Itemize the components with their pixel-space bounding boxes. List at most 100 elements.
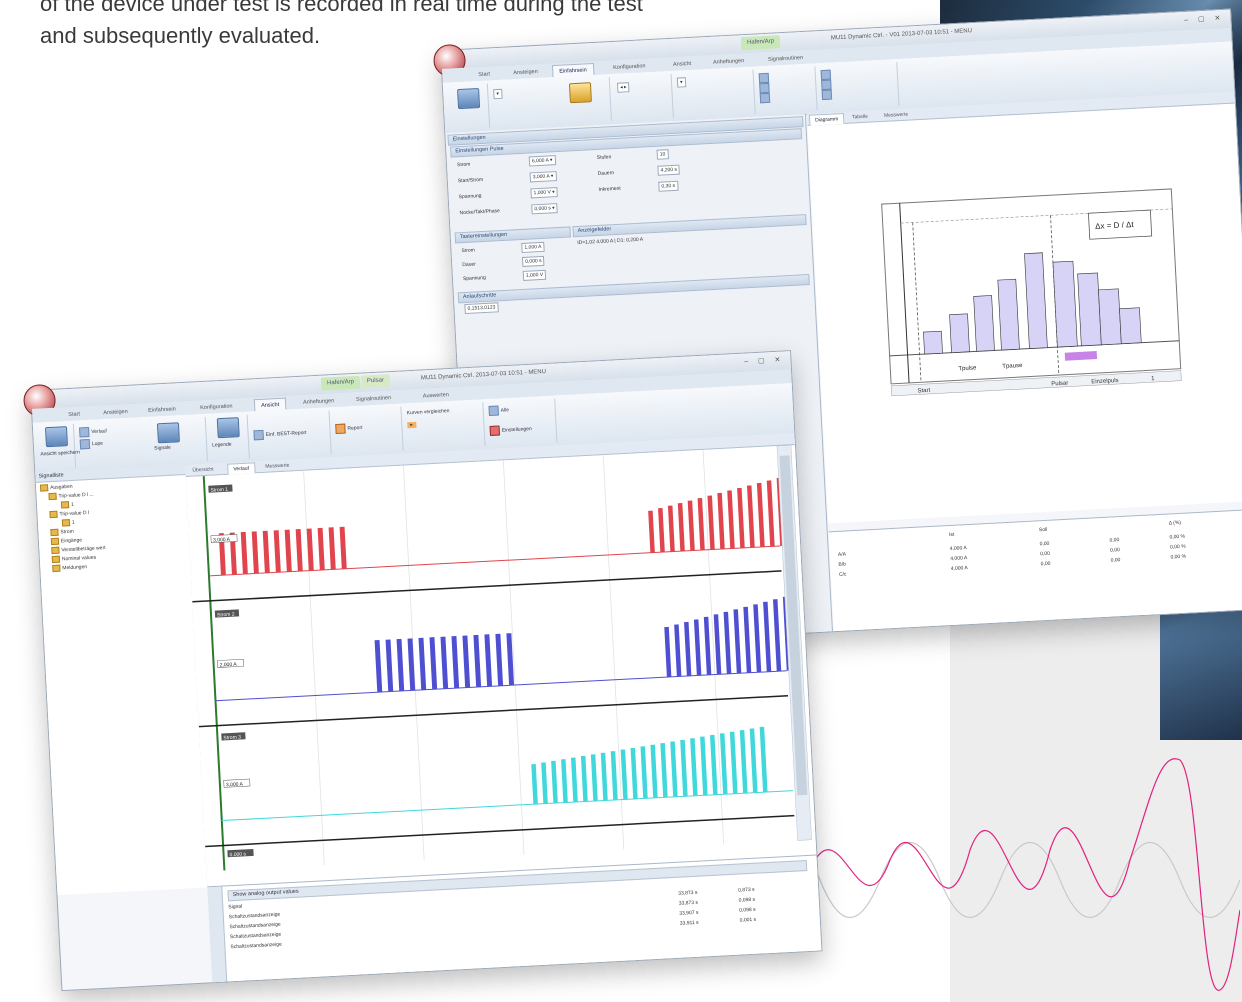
- tab-diagramm[interactable]: Diagramm: [808, 112, 845, 126]
- context-tab[interactable]: Hafen/Arp: [740, 35, 781, 51]
- section-anzeigefelder: Anzeigefelder: [572, 214, 807, 238]
- tab-messwerte-front[interactable]: Messwerte: [260, 460, 295, 472]
- ribbon-group-tools: [816, 62, 900, 111]
- taster-value[interactable]: 1,000 A: [521, 241, 545, 254]
- folder-icon[interactable]: [568, 82, 592, 104]
- context-tab-front[interactable]: Hafen/Arp: [320, 375, 361, 391]
- chart-background: [185, 446, 796, 872]
- field-input[interactable]: 0,000 s ▾: [531, 203, 559, 215]
- field-value[interactable]: 6,000 A ▾: [528, 155, 556, 167]
- tree-item[interactable]: Verstellbeträge wert: [51, 544, 106, 555]
- compare-button[interactable]: Kurven vergleichen: [407, 408, 450, 416]
- taster-input[interactable]: 0,000 s: [521, 255, 545, 267]
- window-title-front: MU11 Dynamic Ctrl. 2013-07-03 10:51 - ME…: [420, 368, 547, 382]
- check-2[interactable]: [759, 82, 772, 94]
- table-cell: 4,000 A: [949, 545, 967, 552]
- tree-item[interactable]: Eingänge: [50, 536, 82, 546]
- tree-item[interactable]: 1: [60, 501, 74, 509]
- ribbon-group-view: Verlauf Lupe Signale: [74, 416, 208, 468]
- table-header-cell: Soll: [1038, 526, 1048, 534]
- intro-line-1: of the device under test is recorded in …: [40, 0, 643, 16]
- values-row-name: Schaltzustandsanzeige: [228, 911, 281, 921]
- tree-item[interactable]: Strom: [50, 528, 74, 537]
- section-tastereinstellungen: Tastereinstellungen: [454, 226, 571, 244]
- settings-button[interactable]: Einstellungen: [489, 424, 532, 436]
- window-controls[interactable]: – ▢ ✕: [1184, 14, 1225, 24]
- undo-icon[interactable]: [457, 88, 481, 110]
- diagram-bar: [923, 330, 943, 355]
- context-tab-front-2[interactable]: Pulsar: [360, 374, 391, 389]
- tree-item[interactable]: Trip-value D l: [49, 509, 89, 519]
- ribbon-group-checks: [754, 66, 818, 114]
- values-row-v1: 33,873 s: [678, 889, 698, 897]
- taster-value[interactable]: 1,000 V: [522, 269, 547, 281]
- field-input-right[interactable]: 10: [656, 149, 669, 160]
- save-view-icon[interactable]: [44, 426, 68, 448]
- tab-uebersicht[interactable]: Übersicht: [187, 464, 219, 476]
- diagram-bar: [1077, 272, 1102, 347]
- result-table: Ist Soll Δ (%) A/A 4,000 A 0,00 0,00 0,00 % B/b 4…: [828, 508, 1242, 632]
- window-controls-front[interactable]: – ▢ ✕: [744, 355, 785, 365]
- table-cell: 0,00: [1040, 560, 1051, 568]
- tree-item[interactable]: Trip-value D l ...: [48, 491, 94, 501]
- channel-label-3: Strom 3: [223, 734, 241, 741]
- signals-icon[interactable]: [156, 422, 180, 444]
- check-1[interactable]: [758, 72, 772, 84]
- tree-item-label: Nominal values: [61, 554, 97, 563]
- field-input-right[interactable]: 4,200 s: [657, 164, 681, 176]
- save-view-button[interactable]: Ansicht speichern: [40, 449, 80, 457]
- tool-3[interactable]: [821, 89, 835, 101]
- folder-icon: [49, 510, 58, 519]
- report-button[interactable]: Report: [335, 423, 363, 435]
- tab-tabelle[interactable]: Tabelle: [847, 111, 873, 122]
- signal-chart: Strom 1 Strom 2 Strom 3 3,000 A 2,000 A …: [185, 445, 812, 872]
- tree-item[interactable]: 1: [61, 519, 75, 527]
- folder-icon: [61, 519, 71, 527]
- best-report-button[interactable]: Einf. BEST-Report: [253, 428, 307, 441]
- section-anlaufschritte: Anlaufschritte: [457, 273, 810, 304]
- ribbon-group-settings: ▾: [488, 77, 612, 128]
- all-button[interactable]: Alle: [488, 405, 509, 417]
- tab-messwerte[interactable]: Messwerte: [879, 109, 914, 121]
- legend-button[interactable]: Legende: [212, 442, 232, 449]
- anlauf-value[interactable]: 0,1513,0123: [464, 302, 499, 315]
- ribbon-group-zoom: ◂ ▸: [610, 73, 674, 122]
- compare-active-button[interactable]: ▸: [407, 421, 417, 429]
- field-value[interactable]: 1,000 V ▾: [530, 187, 558, 199]
- tree-item-label: Trip-value D l ...: [58, 491, 94, 500]
- field-label: Start/Strom: [457, 176, 484, 185]
- field-value[interactable]: 3,000 A ▾: [529, 171, 557, 183]
- ribbon-group-all: Alle Einstellungen: [484, 398, 558, 447]
- value-field[interactable]: ▾: [676, 77, 686, 88]
- field-value-right[interactable]: 4,200 s: [657, 164, 681, 176]
- field-input[interactable]: 1,000 V ▾: [530, 187, 558, 199]
- verlauf-button[interactable]: Verlauf: [79, 426, 107, 438]
- ribbon-group-compare: Kurven vergleichen ▸: [402, 402, 486, 451]
- tree-item[interactable]: Nominal values: [51, 554, 97, 564]
- signals-button[interactable]: Signale: [154, 445, 171, 452]
- values-row-name: Schaltzustandsanzeige: [229, 931, 282, 941]
- check-3[interactable]: [759, 92, 773, 104]
- table-header-cell: Ist: [948, 531, 955, 539]
- tree-item[interactable]: Meldungen: [52, 563, 87, 573]
- field-input[interactable]: 6,000 A ▾: [528, 155, 556, 167]
- tree-item[interactable]: Ausgaben: [39, 483, 73, 492]
- taster-label: Strom: [461, 247, 476, 255]
- field-label: Strom: [456, 161, 471, 169]
- taster-input[interactable]: 1,000 A: [521, 241, 545, 254]
- settings-field[interactable]: ▾: [493, 88, 503, 100]
- field-input[interactable]: 3,000 A ▾: [529, 171, 557, 183]
- taster-input[interactable]: 1,000 V: [522, 269, 547, 281]
- tool-2[interactable]: [821, 79, 834, 91]
- field-value-right[interactable]: 10: [656, 149, 669, 160]
- values-row-v1: 33,907 s: [679, 909, 699, 917]
- field-value-right[interactable]: 0,30 s: [658, 180, 679, 192]
- lupe-button[interactable]: Lupe: [79, 438, 104, 450]
- taster-value[interactable]: 0,000 s: [521, 255, 545, 267]
- channel-value-3: 3,000 A: [226, 781, 244, 788]
- legend-icon[interactable]: [216, 417, 240, 439]
- field-value[interactable]: 0,000 s ▾: [531, 203, 559, 215]
- tool-1[interactable]: [820, 69, 834, 81]
- field-input-right[interactable]: 0,30 s: [658, 180, 679, 192]
- zoom-control[interactable]: ◂ ▸: [616, 82, 630, 93]
